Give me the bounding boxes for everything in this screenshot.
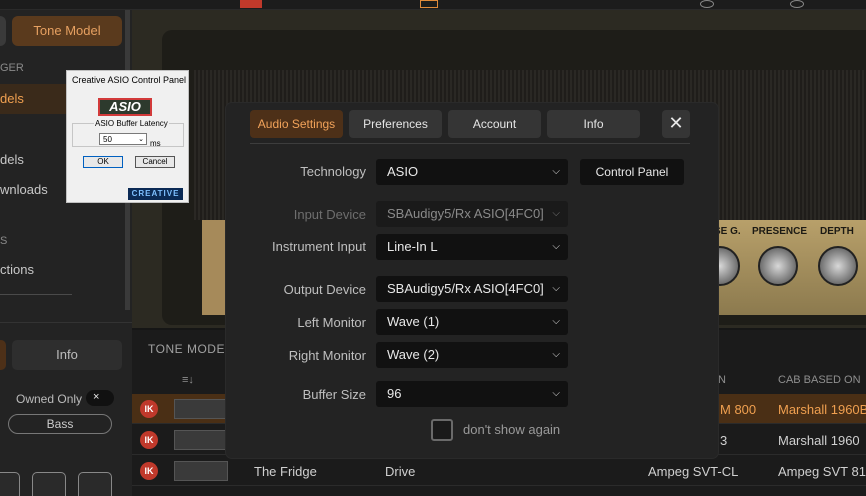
instrument-input-value: Line-In L [387,239,438,254]
divider [0,294,72,295]
dont-show-again-checkbox[interactable] [431,419,453,441]
tab-divider [250,143,690,144]
latency-label: ASIO Buffer Latency [94,119,169,128]
cell-name: The Fridge [254,464,317,479]
knob-label: SE G. [714,226,741,237]
input-device-label: Input Device [293,207,366,222]
cell-amp: Ampeg SVT-CL [648,464,739,479]
tab-preferences[interactable]: Preferences [349,110,442,138]
creative-logo: CREATIVE [128,188,183,200]
left-monitor-value: Wave (1) [387,314,440,329]
chevron-down-icon: ⌵ [552,283,560,294]
chevron-down-icon: ⌵ [552,208,560,219]
buffer-size-select[interactable]: 96 ⌵ [376,381,568,407]
ik-logo-icon: IK [140,462,158,480]
owned-only-label: Owned Only [16,392,83,406]
latency-select[interactable]: 50 ⌄ [99,133,147,145]
chevron-down-icon: ⌵ [552,349,560,360]
right-monitor-value: Wave (2) [387,347,440,362]
section-heading-2: S [0,235,8,247]
record-indicator[interactable] [240,0,262,8]
right-monitor-select[interactable]: Wave (2) ⌵ [376,342,568,368]
output-device-label: Output Device [283,282,366,297]
pedal-icon[interactable] [0,472,20,496]
owned-only-toggle[interactable]: × [86,390,114,406]
sidebar-item-models-2[interactable]: dels [0,152,24,167]
output-device-value: SBAudigy5/Rx ASIO[4FC0] [387,281,544,296]
pedal-icon[interactable] [78,472,112,496]
ik-logo-icon: IK [140,431,158,449]
amp-thumbnail [174,461,228,481]
column-header-cab[interactable]: CAB BASED ON [778,374,861,386]
bass-filter-chip[interactable]: Bass [8,414,112,434]
cancel-button[interactable]: Cancel [135,156,175,168]
technology-select[interactable]: ASIO ⌵ [376,159,568,185]
input-device-select[interactable]: SBAudigy5/Rx ASIO[4FC0] ⌵ [376,201,568,227]
ok-button[interactable]: OK [83,156,123,168]
cell-amp: M 800 [720,402,757,417]
buffer-size-value: 96 [387,386,402,401]
table-row[interactable]: IK The Fridge Drive Ampeg SVT-CL Ampeg S… [132,456,866,486]
cell-cab: Marshall 1960B [778,402,866,417]
amp-thumbnail [174,399,228,419]
knob-label: PRESENCE [752,226,808,237]
close-icon: ✕ [668,113,684,133]
ik-logo-icon: IK [140,400,158,418]
tone-model-button[interactable]: Tone Model [12,16,122,46]
tab-partial[interactable] [0,340,6,370]
close-button[interactable]: ✕ [662,110,690,138]
latency-value: 50 [103,135,112,144]
technology-value: ASIO [387,164,419,179]
presence-knob[interactable] [758,246,798,286]
instrument-input-select[interactable]: Line-In L ⌵ [376,234,568,260]
depth-knob[interactable] [818,246,858,286]
dont-show-again-label: don't show again [463,422,561,437]
left-monitor-label: Left Monitor [297,315,366,330]
sidebar-item-collections[interactable]: ctions [0,262,34,277]
asio-logo: ASIO [98,98,152,116]
unit-label: ms [150,139,161,148]
divider [0,322,132,323]
tab-info[interactable]: Info [547,110,640,138]
sidebar-item-downloads[interactable]: wnloads [0,182,48,197]
window-title: Creative ASIO Control Panel [72,75,187,85]
buffer-size-label: Buffer Size [302,387,366,402]
input-device-value: SBAudigy5/Rx ASIO[4FC0] [387,206,544,221]
cell-category: Drive [385,464,416,479]
tab-account[interactable]: Account [448,110,541,138]
cell-amp: 3 [720,433,728,448]
technology-label: Technology [300,164,366,179]
sort-icon[interactable]: ≡↓ [182,374,194,386]
toolbar-icon[interactable] [420,0,438,8]
knob-label: DEPTH [820,226,854,237]
pedal-icon[interactable] [32,472,66,496]
amp-thumbnail [174,430,228,450]
asio-control-panel-window: Creative ASIO Control Panel ASIO ASIO Bu… [66,70,189,203]
column-header-amp[interactable]: N [718,374,726,386]
chevron-down-icon: ⌵ [552,316,560,327]
tab-left-partial[interactable] [0,16,6,46]
close-icon: × [93,391,100,403]
section-heading: GER [0,62,24,74]
chevron-down-icon: ⌵ [552,388,560,399]
output-device-select[interactable]: SBAudigy5/Rx ASIO[4FC0] ⌵ [376,276,568,302]
left-monitor-select[interactable]: Wave (1) ⌵ [376,309,568,335]
tab-info[interactable]: Info [12,340,122,370]
instrument-input-label: Instrument Input [272,239,366,254]
tab-audio-settings[interactable]: Audio Settings [250,110,343,138]
chevron-down-icon: ⌵ [552,166,560,177]
toolbar-icon[interactable] [700,0,714,8]
top-toolbar [0,0,866,10]
chevron-down-icon: ⌄ [138,136,144,143]
toolbar-icon[interactable] [790,0,804,8]
control-panel-button[interactable]: Control Panel [580,159,684,185]
settings-dialog: Audio Settings Preferences Account Info … [226,103,718,458]
cell-cab: Ampeg SVT 810 [778,464,866,479]
chevron-down-icon: ⌵ [552,241,560,252]
right-monitor-label: Right Monitor [288,348,366,363]
cell-cab: Marshall 1960 [778,433,860,448]
